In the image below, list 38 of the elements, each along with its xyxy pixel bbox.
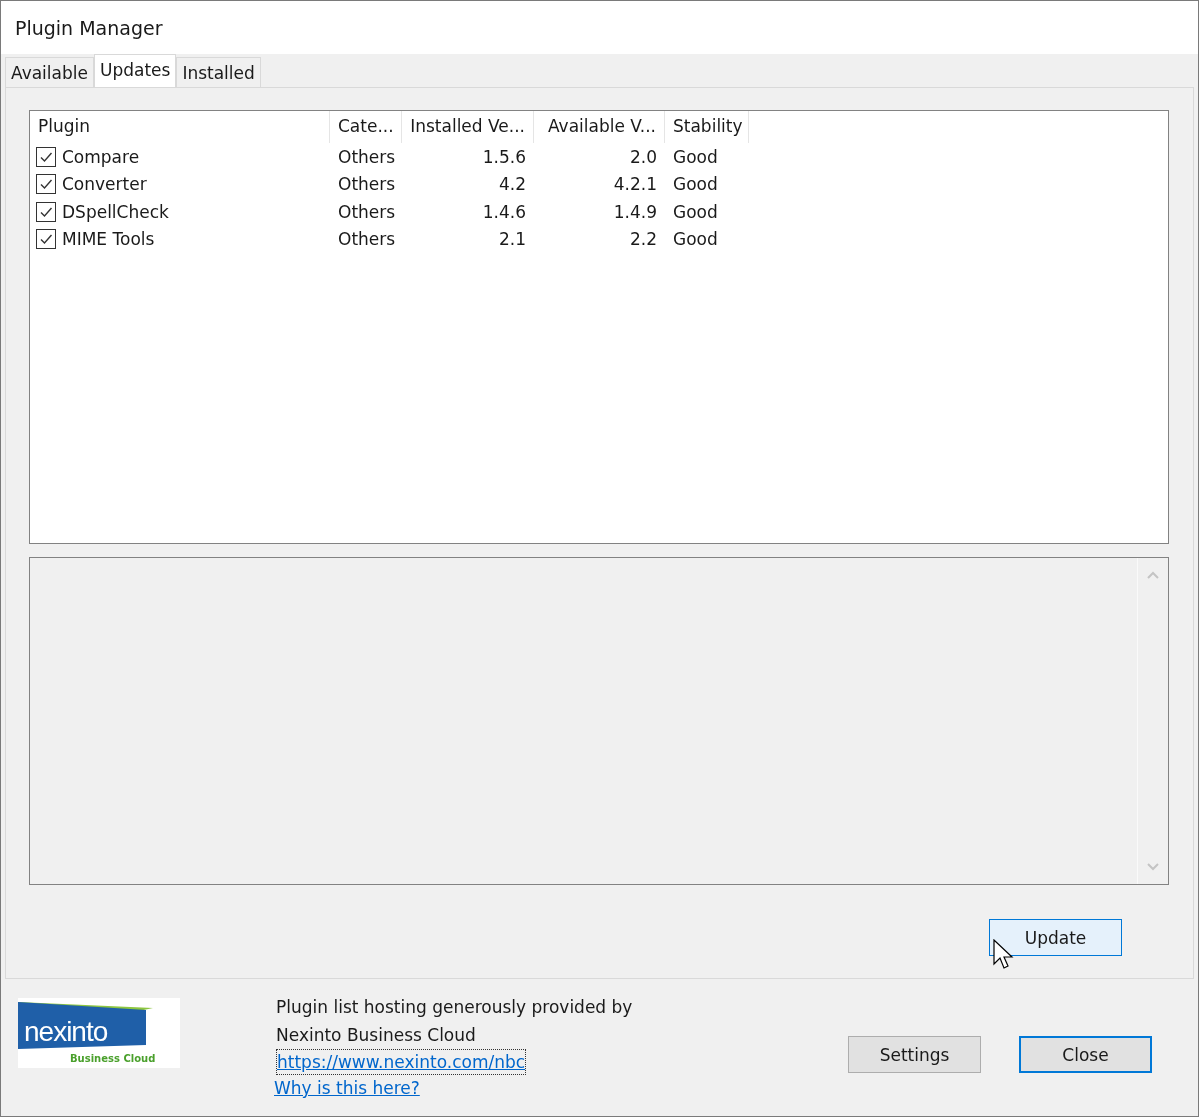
link[interactable]: https://www.nexinto.com/nbc <box>276 1049 527 1075</box>
table-cell: Compare <box>62 146 140 167</box>
column-header[interactable]: Installed Ve... <box>402 111 534 143</box>
table-cell: Good <box>673 229 718 250</box>
table-cell: DSpellCheck <box>62 201 169 222</box>
table-cell: Good <box>673 146 718 167</box>
table-cell: Others <box>338 201 396 222</box>
table-cell: Good <box>673 201 718 222</box>
logo-text: nexinto <box>24 1018 108 1046</box>
dialog-button[interactable]: Settings <box>848 1036 981 1073</box>
table-cell: Others <box>338 174 396 195</box>
column-header[interactable]: Cate... <box>330 111 402 143</box>
link[interactable]: Why is this here? <box>273 1075 421 1101</box>
column-header[interactable]: Stability <box>665 111 749 143</box>
tab[interactable]: Installed <box>176 57 261 87</box>
table-cell: 4.2.1 <box>613 174 657 195</box>
logo-tagline: Business Cloud <box>70 1054 156 1064</box>
table-cell: Converter <box>62 174 147 195</box>
table-cell: 1.4.9 <box>613 201 657 222</box>
table-cell: Good <box>673 174 718 195</box>
hosting-text: Plugin list hosting generously provided by <box>276 996 633 1019</box>
update-button[interactable]: Update <box>989 919 1122 956</box>
column-header[interactable]: Available V... <box>534 111 665 143</box>
tab[interactable]: Updates <box>93 54 177 87</box>
table-cell: 2.1 <box>498 229 526 250</box>
table-cell: 2.0 <box>629 146 657 167</box>
dialog-button[interactable]: Close <box>1019 1036 1152 1073</box>
tab[interactable]: Available <box>5 57 94 87</box>
table-cell: 4.2 <box>498 174 526 195</box>
table-cell: MIME Tools <box>62 229 155 250</box>
table-cell: 2.2 <box>629 229 657 250</box>
host-name: Nexinto Business Cloud <box>276 1024 476 1047</box>
table-cell: Others <box>338 146 396 167</box>
table-cell: 1.4.6 <box>482 201 526 222</box>
table-cell: 1.5.6 <box>482 146 526 167</box>
window-title: Plugin Manager <box>15 16 163 39</box>
table-cell: Others <box>338 229 396 250</box>
column-header[interactable]: Plugin <box>30 111 330 143</box>
